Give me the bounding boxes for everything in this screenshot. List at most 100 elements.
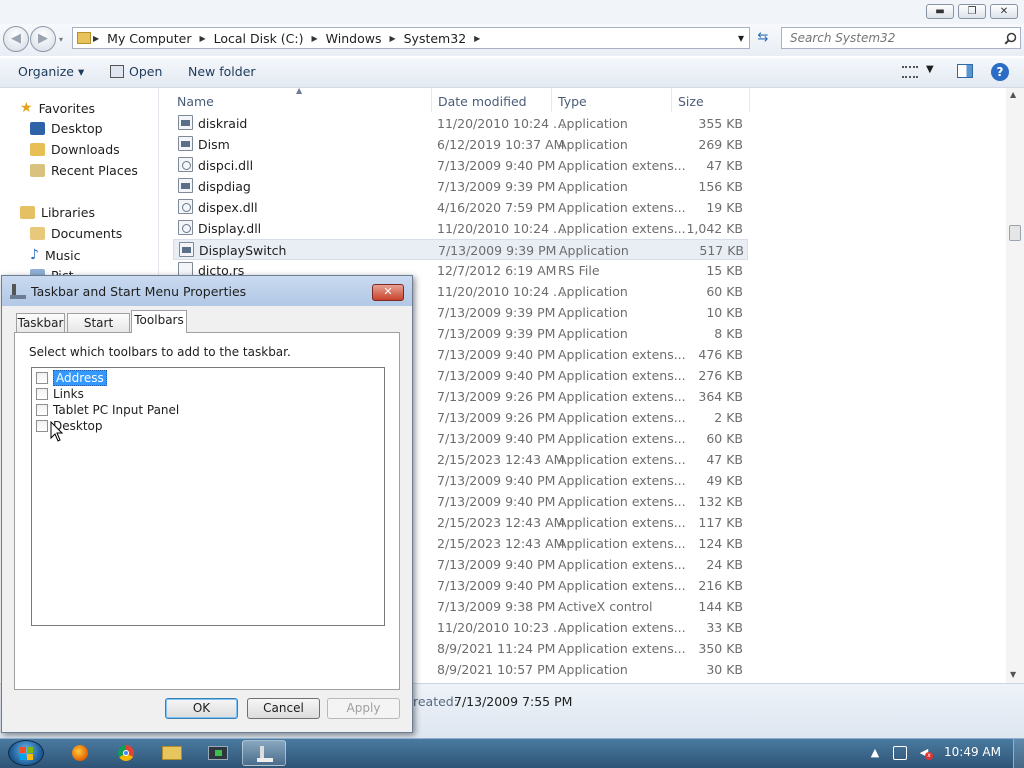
- views-dropdown-icon[interactable]: ▼: [926, 64, 934, 75]
- file-date: 2/15/2023 12:43 AM: [437, 515, 565, 530]
- breadcrumb-my-computer[interactable]: My Computer: [101, 31, 197, 46]
- star-icon: ★: [20, 100, 33, 116]
- breadcrumb-separator-icon[interactable]: ▶: [310, 34, 320, 43]
- nav-downloads[interactable]: Downloads: [30, 142, 120, 157]
- column-divider[interactable]: [671, 88, 672, 112]
- breadcrumb-local-disk[interactable]: Local Disk (C:): [208, 31, 310, 46]
- scroll-down-icon[interactable]: ▼: [1010, 670, 1016, 679]
- scrollbar-thumb[interactable]: [1009, 225, 1021, 241]
- nav-music-label: Music: [44, 247, 81, 263]
- tab-toolbars[interactable]: Toolbars: [131, 310, 187, 333]
- dialog-close-button[interactable]: ✕: [372, 284, 404, 301]
- toolbars-list[interactable]: Address Links Tablet PC Input Panel Desk…: [31, 367, 385, 626]
- column-divider[interactable]: [551, 88, 552, 112]
- tablet-pc-checkbox[interactable]: [36, 404, 48, 416]
- breadcrumb-separator-icon[interactable]: ▶: [472, 34, 482, 43]
- vertical-scrollbar[interactable]: ▲ ▼: [1006, 88, 1024, 683]
- address-dropdown-icon[interactable]: ▾: [738, 31, 749, 45]
- network-icon[interactable]: [893, 746, 907, 760]
- nav-libraries[interactable]: Libraries: [20, 205, 95, 220]
- nav-documents[interactable]: Documents: [30, 226, 122, 241]
- address-checkbox[interactable]: [36, 372, 48, 384]
- tab-taskbar[interactable]: Taskbar: [16, 313, 65, 332]
- ok-button[interactable]: OK: [165, 698, 238, 719]
- maximize-button[interactable]: ❐: [958, 4, 986, 19]
- views-icon[interactable]: [902, 66, 918, 78]
- toolbar-item-links[interactable]: Links: [36, 386, 84, 402]
- show-hidden-icons-icon[interactable]: ▲: [868, 746, 882, 760]
- column-header-date[interactable]: Date modified: [438, 94, 527, 109]
- file-date: 7/13/2009 9:40 PM: [437, 557, 556, 572]
- address-bar[interactable]: ▶ My Computer ▶ Local Disk (C:) ▶ Window…: [72, 27, 750, 49]
- cancel-button[interactable]: Cancel: [247, 698, 320, 719]
- file-type: Application: [558, 179, 628, 194]
- recent-pages-icon[interactable]: ▾: [59, 35, 63, 44]
- preview-pane-icon[interactable]: [957, 64, 973, 78]
- file-date: 11/20/2010 10:24 ...: [437, 116, 565, 131]
- start-button[interactable]: [8, 740, 44, 766]
- toolbar-item-address[interactable]: Address: [36, 370, 107, 386]
- file-type: Application extens...: [558, 221, 686, 236]
- file-row[interactable]: Display.dll 11/20/2010 10:24 ... Applicati…: [173, 218, 748, 239]
- file-size: 117 KB: [698, 515, 743, 530]
- folder-icon: [77, 32, 91, 44]
- file-row[interactable]: dispex.dll 4/16/2020 7:59 PM Application e…: [173, 197, 748, 218]
- file-date: 8/9/2021 11:24 PM: [437, 641, 556, 656]
- file-row[interactable]: DisplaySwitch 7/13/2009 9:39 PM Applicatio…: [173, 239, 748, 260]
- open-button[interactable]: Open: [129, 64, 162, 79]
- file-date: 6/12/2019 10:37 AM: [437, 137, 565, 152]
- file-type: Application: [558, 137, 628, 152]
- show-desktop-button[interactable]: [1013, 739, 1024, 768]
- file-size: 19 KB: [706, 200, 743, 215]
- nav-desktop[interactable]: Desktop: [30, 121, 103, 136]
- nav-recent-places[interactable]: Recent Places: [30, 163, 138, 178]
- refresh-icon[interactable]: ⇆: [753, 28, 773, 48]
- apply-button[interactable]: Apply: [327, 698, 400, 719]
- file-type: Application extens...: [558, 389, 686, 404]
- file-size: 24 KB: [706, 557, 743, 572]
- file-size: 33 KB: [706, 620, 743, 635]
- toolbar-item-desktop[interactable]: Desktop: [36, 418, 103, 434]
- taskbar-properties-taskbar-button[interactable]: [242, 740, 286, 766]
- toolbars-tab-panel: Select which toolbars to add to the task…: [14, 332, 400, 690]
- file-type: Application extens...: [558, 200, 686, 215]
- organize-button[interactable]: Organize ▾: [18, 64, 84, 79]
- column-divider[interactable]: [749, 88, 750, 112]
- column-header-size[interactable]: Size: [678, 94, 704, 109]
- breadcrumb-windows[interactable]: Windows: [320, 31, 388, 46]
- explorer-taskbar-button[interactable]: [150, 740, 194, 766]
- file-row[interactable]: diskraid 11/20/2010 10:24 ... Application 3…: [173, 113, 748, 134]
- file-date: 7/13/2009 9:39 PM: [437, 326, 556, 341]
- help-icon[interactable]: ?: [991, 63, 1009, 81]
- chrome-taskbar-button[interactable]: [104, 740, 148, 766]
- file-type: Application extens...: [558, 410, 686, 425]
- search-icon[interactable]: [1004, 32, 1017, 45]
- chrome-icon: [118, 745, 134, 761]
- new-folder-button[interactable]: New folder: [188, 64, 256, 79]
- desktop-checkbox[interactable]: [36, 420, 48, 432]
- tab-start-menu[interactable]: Start Menu: [67, 313, 130, 348]
- back-button[interactable]: ◀: [3, 26, 29, 52]
- column-header-name[interactable]: Name: [177, 94, 214, 109]
- forward-button[interactable]: ▶: [30, 26, 56, 52]
- close-button[interactable]: ✕: [990, 4, 1018, 19]
- minimize-button[interactable]: ▬: [926, 4, 954, 19]
- taskbar-clock[interactable]: 10:49 AM: [944, 745, 1001, 759]
- column-divider[interactable]: [431, 88, 432, 112]
- file-row[interactable]: dispci.dll 7/13/2009 9:40 PM Application e…: [173, 155, 748, 176]
- file-row[interactable]: Dism 6/12/2019 10:37 AM Application 269 KB: [173, 134, 748, 155]
- nav-downloads-label: Downloads: [51, 142, 120, 157]
- firefox-taskbar-button[interactable]: [58, 740, 102, 766]
- breadcrumb-separator-icon[interactable]: ▶: [387, 34, 397, 43]
- nav-favorites[interactable]: ★ Favorites: [20, 100, 95, 116]
- search-input[interactable]: [782, 28, 992, 48]
- console-taskbar-button[interactable]: [196, 740, 240, 766]
- links-checkbox[interactable]: [36, 388, 48, 400]
- breadcrumb-separator-icon[interactable]: ▶: [197, 34, 207, 43]
- toolbar-item-tablet-pc[interactable]: Tablet PC Input Panel: [36, 402, 179, 418]
- nav-music[interactable]: ♪ Music: [30, 247, 81, 263]
- column-header-type[interactable]: Type: [558, 94, 587, 109]
- breadcrumb-system32[interactable]: System32: [398, 31, 473, 46]
- scroll-up-icon[interactable]: ▲: [1010, 90, 1016, 99]
- file-row[interactable]: dispdiag 7/13/2009 9:39 PM Application 156 …: [173, 176, 748, 197]
